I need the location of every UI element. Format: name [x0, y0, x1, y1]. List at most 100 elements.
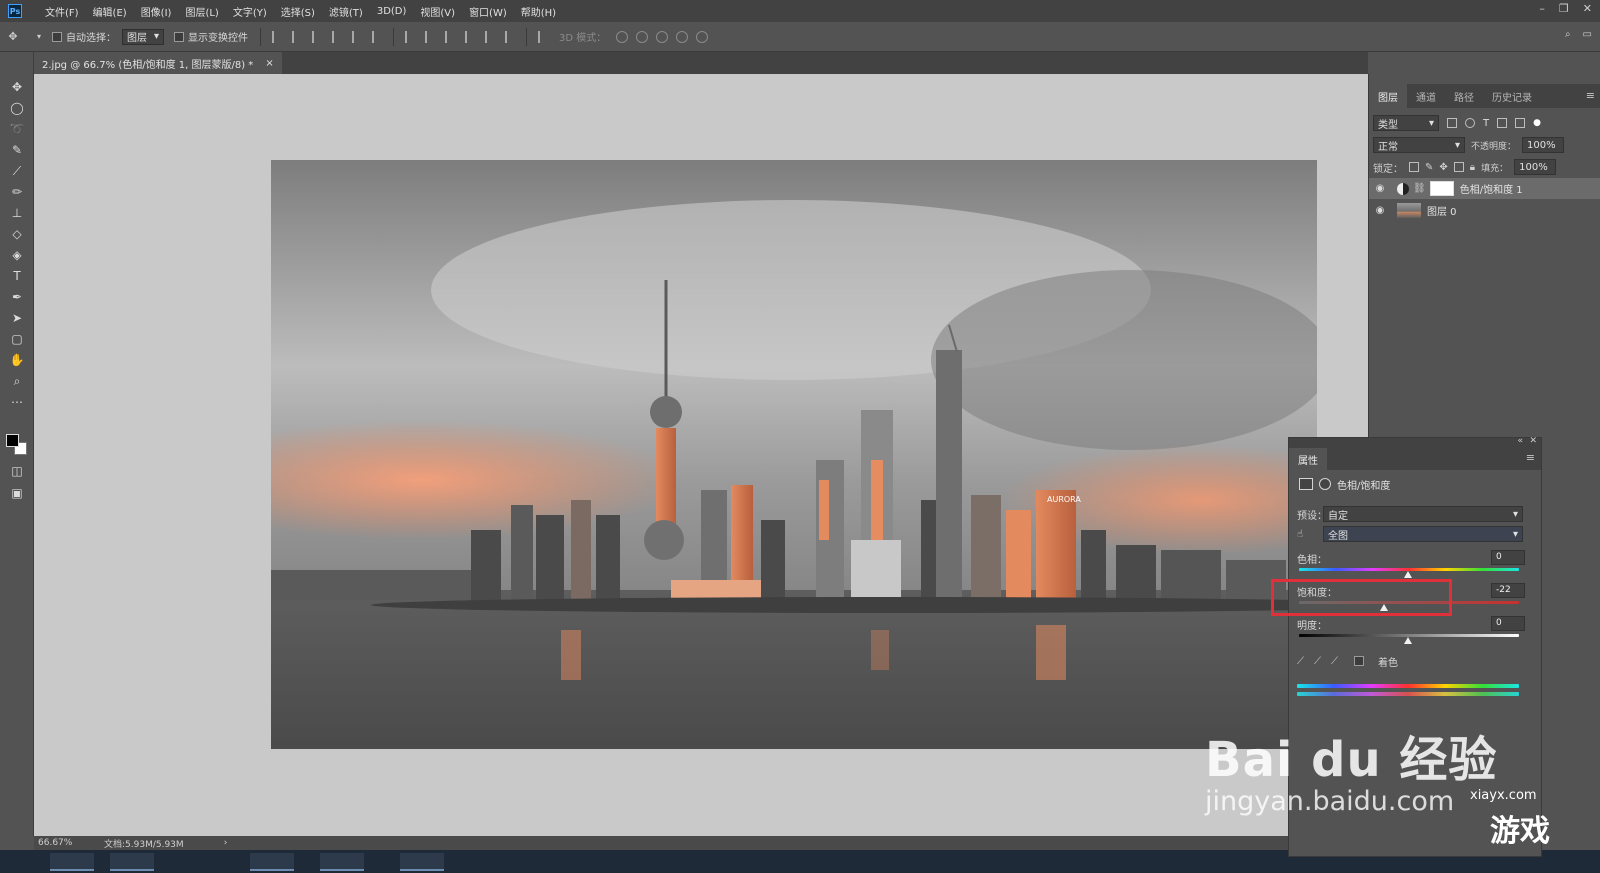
search-icon[interactable]: ⌕ [1565, 29, 1571, 40]
auto-select-checkbox[interactable] [52, 31, 62, 42]
3d-roll-icon[interactable] [636, 30, 649, 43]
canvas-area[interactable]: AURORA [34, 74, 1368, 836]
menu-file[interactable]: 文件(F) [38, 4, 86, 19]
type-filter-icon[interactable]: T [1483, 118, 1489, 129]
fill-field[interactable]: 100% [1514, 159, 1557, 175]
marquee-tool-icon[interactable]: ◯ [7, 99, 27, 117]
close-icon[interactable]: ✕ [1529, 436, 1537, 446]
align-bottom-icon[interactable] [312, 30, 322, 43]
lock-artboard-icon[interactable] [1453, 162, 1464, 172]
tab-properties[interactable]: 属性 [1289, 448, 1327, 470]
shape-tool-icon[interactable]: ▢ [7, 330, 27, 348]
hue-value-field[interactable]: 0 [1491, 550, 1525, 565]
colorize-checkbox[interactable] [1354, 656, 1364, 666]
eyedropper-plus-icon[interactable]: ⟋ [1314, 656, 1321, 667]
status-arrow-icon[interactable]: › [224, 838, 228, 848]
3d-rotate-icon[interactable] [616, 30, 629, 43]
channel-dropdown[interactable]: 全图 ▾ [1323, 526, 1523, 542]
eyedropper-icon[interactable]: ⟋ [1297, 656, 1304, 667]
lasso-tool-icon[interactable]: ➰ [7, 120, 27, 138]
distribute-left-icon[interactable] [465, 30, 475, 43]
more-tools-icon[interactable]: ⋯ [7, 393, 27, 411]
tab-channels[interactable]: 通道 [1407, 84, 1445, 108]
layer-mask-thumbnail[interactable] [1429, 181, 1454, 196]
mask-link-icon[interactable]: ⛓ [1413, 183, 1426, 194]
move-tool-icon[interactable]: ✥ [6, 30, 20, 44]
pen-tool-icon[interactable]: ✒ [7, 288, 27, 306]
workspace-icon[interactable]: ▭ [1583, 29, 1592, 40]
stamp-tool-icon[interactable]: ⊥ [7, 204, 27, 222]
menu-window[interactable]: 窗口(W) [462, 4, 514, 19]
tab-history[interactable]: 历史记录 [1483, 84, 1541, 108]
layer-row-hue-saturation[interactable]: ◉ ⛓ 色相/饱和度 1 [1369, 178, 1600, 199]
taskbar-app[interactable] [400, 853, 444, 871]
3d-pan-icon[interactable] [656, 30, 669, 43]
lock-position-icon[interactable]: ✥ [1439, 162, 1447, 173]
align-top-icon[interactable] [272, 30, 282, 43]
tab-paths[interactable]: 路径 [1445, 84, 1483, 108]
menu-edit[interactable]: 编辑(E) [86, 4, 134, 19]
preset-dropdown[interactable]: 自定 ▾ [1323, 506, 1523, 522]
adjustment-filter-icon[interactable] [1465, 118, 1475, 128]
align-vcenter-icon[interactable] [292, 30, 302, 43]
gradient-tool-icon[interactable]: ◈ [7, 246, 27, 264]
quick-select-tool-icon[interactable]: ✎ [7, 141, 27, 159]
distribute-bottom-icon[interactable] [445, 30, 455, 43]
opacity-field[interactable]: 100% [1522, 137, 1565, 153]
hand-tool-icon[interactable]: ✋ [7, 351, 27, 369]
menu-layer[interactable]: 图层(L) [178, 4, 225, 19]
layer-row-layer0[interactable]: ◉ 图层 0 [1369, 200, 1600, 221]
blend-mode-dropdown[interactable]: 正常 ▾ [1373, 137, 1465, 153]
tab-layers[interactable]: 图层 [1369, 84, 1407, 108]
taskbar-app[interactable] [250, 853, 294, 871]
lock-pixels-icon[interactable]: ✎ [1425, 162, 1433, 173]
menu-3d[interactable]: 3D(D) [370, 6, 414, 17]
menu-select[interactable]: 选择(S) [274, 4, 322, 19]
taskbar-app[interactable] [50, 853, 94, 871]
foreground-color-swatch[interactable] [6, 434, 19, 447]
align-hcenter-icon[interactable] [352, 30, 362, 43]
3d-scale-icon[interactable] [696, 30, 709, 43]
menu-filter[interactable]: 滤镜(T) [322, 4, 370, 19]
tool-preset-chevron-icon[interactable]: ▾ [32, 30, 46, 44]
color-swatches[interactable] [4, 432, 30, 458]
align-right-icon[interactable] [372, 30, 382, 43]
smart-object-filter-icon[interactable] [1515, 118, 1526, 128]
pixel-filter-icon[interactable] [1447, 118, 1457, 128]
eraser-tool-icon[interactable]: ◇ [7, 225, 27, 243]
eyedropper-tool-icon[interactable]: ⟋ [7, 162, 27, 180]
move-tool-icon[interactable]: ✥ [7, 78, 27, 96]
panel-menu-icon[interactable]: ≡ [1526, 451, 1535, 464]
3d-slide-icon[interactable] [676, 30, 689, 43]
lightness-value-field[interactable]: 0 [1491, 616, 1525, 631]
visibility-eye-icon[interactable]: ◉ [1369, 183, 1391, 194]
align-left-icon[interactable] [332, 30, 342, 43]
auto-align-icon[interactable] [538, 30, 548, 43]
document-image[interactable]: AURORA [271, 160, 1317, 749]
shape-filter-icon[interactable] [1497, 118, 1508, 128]
taskbar-app[interactable] [320, 853, 364, 871]
mask-properties-icon[interactable] [1319, 478, 1331, 490]
lock-all-icon[interactable]: 🔒︎ [1470, 162, 1475, 173]
close-icon[interactable]: ✕ [1583, 2, 1592, 15]
quick-mask-icon[interactable]: ◫ [7, 462, 27, 480]
collapse-icon[interactable]: « [1517, 436, 1523, 446]
lightness-slider-thumb[interactable] [1404, 637, 1412, 644]
type-tool-icon[interactable]: T [7, 267, 27, 285]
show-transform-checkbox[interactable] [174, 31, 184, 42]
brush-tool-icon[interactable]: ✏ [7, 183, 27, 201]
menu-image[interactable]: 图像(I) [134, 4, 179, 19]
minimize-icon[interactable]: – [1539, 2, 1545, 15]
adjustment-properties-icon[interactable] [1299, 478, 1313, 490]
distribute-top-icon[interactable] [405, 30, 415, 43]
filter-toggle-icon[interactable]: ● [1533, 118, 1541, 128]
menu-view[interactable]: 视图(V) [413, 4, 462, 19]
screen-mode-icon[interactable]: ▣ [7, 484, 27, 502]
eyedropper-minus-icon[interactable]: ⟋ [1331, 656, 1338, 667]
close-tab-icon[interactable]: × [265, 58, 273, 69]
distribute-hcenter-icon[interactable] [485, 30, 495, 43]
taskbar-app[interactable] [110, 853, 154, 871]
document-tab[interactable]: 2.jpg @ 66.7% (色相/饱和度 1, 图层蒙版/8) * × [34, 52, 282, 74]
menu-help[interactable]: 帮助(H) [514, 4, 563, 19]
zoom-level[interactable]: 66.67% [34, 838, 94, 848]
